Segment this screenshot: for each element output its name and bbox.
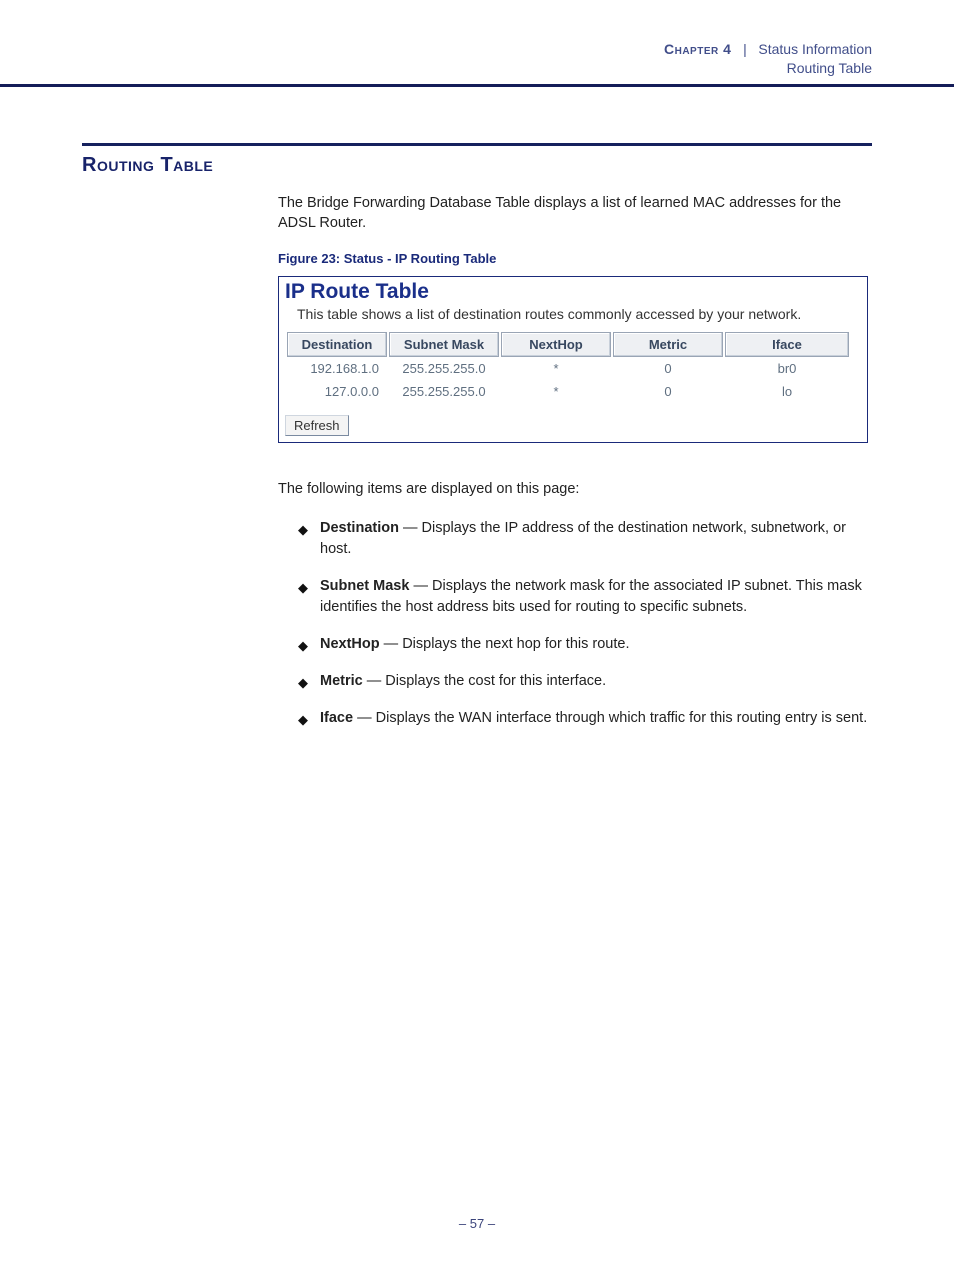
header-separator: | [743, 41, 747, 57]
cell-mask: 255.255.255.0 [389, 380, 499, 403]
cell-destination: 127.0.0.0 [287, 380, 387, 403]
figure-caption: Figure 23: Status - IP Routing Table [278, 251, 872, 266]
content-area: Routing Table The Bridge Forwarding Data… [82, 143, 872, 729]
col-iface: Iface [725, 332, 849, 357]
cell-nexthop: * [501, 380, 611, 403]
section-title: Routing Table [82, 154, 872, 177]
diamond-icon: ◆ [298, 521, 308, 540]
def-desc: Displays the next hop for this route. [402, 636, 629, 652]
list-item: ◆ NextHop — Displays the next hop for th… [298, 634, 872, 655]
section-intro: The Bridge Forwarding Database Table dis… [278, 193, 872, 234]
def-term: Destination [320, 520, 399, 536]
breadcrumb: Status Information [758, 41, 872, 57]
def-term: Metric [320, 673, 363, 689]
def-term: NextHop [320, 636, 380, 652]
list-item: ◆ Metric — Displays the cost for this in… [298, 671, 872, 692]
panel-title: IP Route Table [279, 277, 867, 306]
panel-subtitle: This table shows a list of destination r… [279, 306, 867, 330]
col-metric: Metric [613, 332, 723, 357]
cell-metric: 0 [613, 357, 723, 380]
table-row: 127.0.0.0 255.255.255.0 * 0 lo [287, 380, 849, 403]
def-term: Subnet Mask [320, 578, 409, 594]
cell-destination: 192.168.1.0 [287, 357, 387, 380]
page-number: – 57 – [0, 1216, 954, 1231]
list-item: ◆ Iface — Displays the WAN interface thr… [298, 708, 872, 729]
diamond-icon: ◆ [298, 711, 308, 730]
page: Chapter 4 | Status Information Routing T… [0, 40, 954, 1275]
diamond-icon: ◆ [298, 637, 308, 656]
diamond-icon: ◆ [298, 674, 308, 693]
definitions-list: ◆ Destination — Displays the IP address … [298, 518, 872, 729]
chapter-label: Chapter 4 [664, 41, 731, 57]
diamond-icon: ◆ [298, 579, 308, 598]
ip-route-panel: IP Route Table This table shows a list o… [278, 276, 868, 443]
col-destination: Destination [287, 332, 387, 357]
def-desc: Displays the IP address of the destinati… [320, 520, 846, 557]
table-row: 192.168.1.0 255.255.255.0 * 0 br0 [287, 357, 849, 380]
col-nexthop: NextHop [501, 332, 611, 357]
route-table: Destination Subnet Mask NextHop Metric I… [285, 332, 851, 403]
table-header-row: Destination Subnet Mask NextHop Metric I… [287, 332, 849, 357]
cell-iface: br0 [725, 357, 849, 380]
cell-iface: lo [725, 380, 849, 403]
items-intro: The following items are displayed on thi… [278, 479, 872, 499]
def-term: Iface [320, 710, 353, 726]
page-header: Chapter 4 | Status Information Routing T… [0, 40, 954, 87]
refresh-button[interactable]: Refresh [285, 415, 349, 436]
header-subheading: Routing Table [0, 59, 872, 78]
col-subnet-mask: Subnet Mask [389, 332, 499, 357]
section-divider [82, 143, 872, 146]
cell-metric: 0 [613, 380, 723, 403]
list-item: ◆ Subnet Mask — Displays the network mas… [298, 576, 872, 618]
def-desc: Displays the cost for this interface. [385, 673, 606, 689]
list-item: ◆ Destination — Displays the IP address … [298, 518, 872, 560]
cell-mask: 255.255.255.0 [389, 357, 499, 380]
cell-nexthop: * [501, 357, 611, 380]
def-desc: Displays the WAN interface through which… [376, 710, 868, 726]
